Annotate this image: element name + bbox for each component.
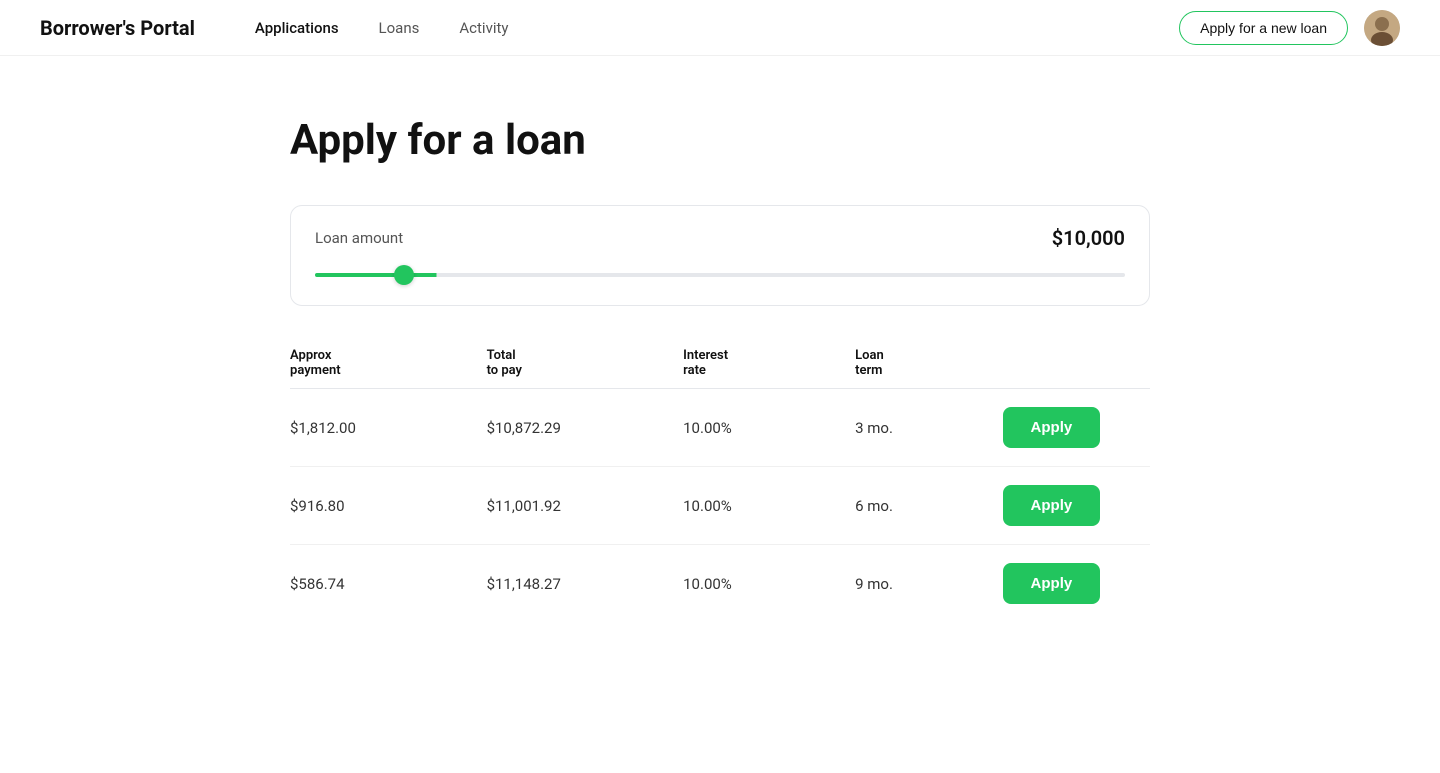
loan-amount-header: Loan amount $10,000 xyxy=(315,226,1125,250)
loan-term-0: 3 mo. xyxy=(855,389,1002,467)
loan-amount-slider[interactable] xyxy=(315,273,1125,277)
interest-rate-1: 10.00% xyxy=(683,467,855,545)
col-header-total-to-pay: Total to pay xyxy=(487,338,684,389)
nav-right: Apply for a new loan xyxy=(1179,10,1400,46)
table-row: $1,812.00 $10,872.29 10.00% 3 mo. Apply xyxy=(290,389,1150,467)
loan-amount-card: Loan amount $10,000 xyxy=(290,205,1150,306)
approx-payment-2: $586.74 xyxy=(290,545,487,623)
col-header-action xyxy=(1003,338,1150,389)
apply-cell-1: Apply xyxy=(1003,467,1150,545)
nav-link-activity[interactable]: Activity xyxy=(459,15,508,41)
slider-container xyxy=(315,262,1125,281)
apply-cell-2: Apply xyxy=(1003,545,1150,623)
apply-cell-0: Apply xyxy=(1003,389,1150,467)
table-row: $586.74 $11,148.27 10.00% 9 mo. Apply xyxy=(290,545,1150,623)
col-header-loan-term: Loan term xyxy=(855,338,1002,389)
approx-payment-1: $916.80 xyxy=(290,467,487,545)
nav-link-loans[interactable]: Loans xyxy=(379,15,420,41)
loan-amount-value: $10,000 xyxy=(1052,226,1125,250)
table-row: $916.80 $11,001.92 10.00% 6 mo. Apply xyxy=(290,467,1150,545)
approx-payment-0: $1,812.00 xyxy=(290,389,487,467)
loan-term-2: 9 mo. xyxy=(855,545,1002,623)
navbar: Borrower's Portal Applications Loans Act… xyxy=(0,0,1440,56)
total-to-pay-0: $10,872.29 xyxy=(487,389,684,467)
page-title: Apply for a loan xyxy=(290,116,1150,165)
nav-links: Applications Loans Activity xyxy=(255,15,1179,41)
total-to-pay-1: $11,001.92 xyxy=(487,467,684,545)
apply-button-0[interactable]: Apply xyxy=(1003,407,1101,448)
loan-term-1: 6 mo. xyxy=(855,467,1002,545)
brand-logo: Borrower's Portal xyxy=(40,16,195,40)
avatar[interactable] xyxy=(1364,10,1400,46)
apply-new-loan-button[interactable]: Apply for a new loan xyxy=(1179,11,1348,45)
total-to-pay-2: $11,148.27 xyxy=(487,545,684,623)
apply-button-1[interactable]: Apply xyxy=(1003,485,1101,526)
table-header-row: Approx payment Total to pay Interest rat… xyxy=(290,338,1150,389)
apply-button-2[interactable]: Apply xyxy=(1003,563,1101,604)
loan-options-table: Approx payment Total to pay Interest rat… xyxy=(290,338,1150,622)
col-header-approx-payment: Approx payment xyxy=(290,338,487,389)
main-content: Apply for a loan Loan amount $10,000 App… xyxy=(270,56,1170,682)
interest-rate-0: 10.00% xyxy=(683,389,855,467)
nav-link-applications[interactable]: Applications xyxy=(255,15,339,41)
col-header-interest-rate: Interest rate xyxy=(683,338,855,389)
loan-amount-label: Loan amount xyxy=(315,229,403,247)
interest-rate-2: 10.00% xyxy=(683,545,855,623)
